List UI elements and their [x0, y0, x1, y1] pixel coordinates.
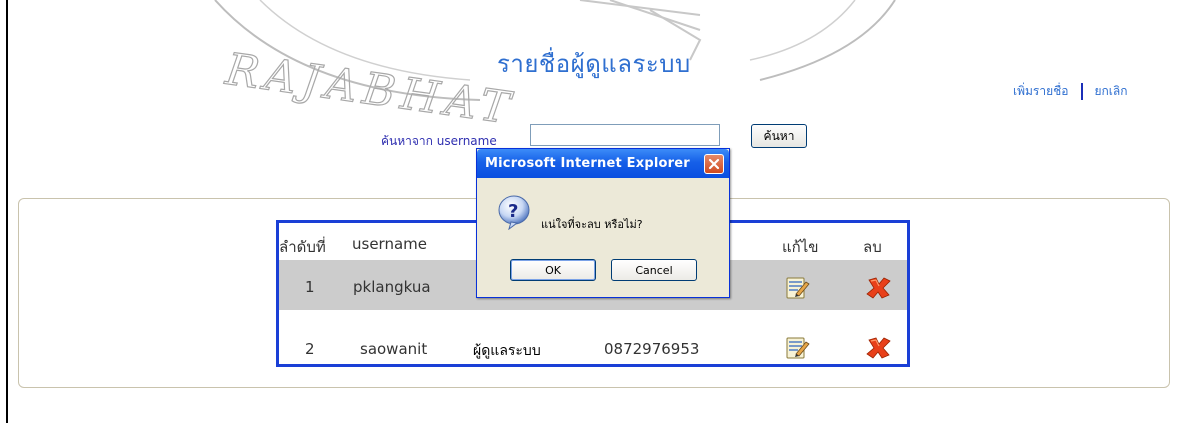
cancel-button[interactable]: Cancel	[611, 259, 697, 281]
top-links: เพิ่มรายชื่อ ยกเลิก	[1013, 82, 1128, 101]
dialog-message: แน่ใจที่จะลบ หรือไม่?	[541, 218, 643, 231]
row-1-index: 1	[305, 278, 315, 296]
edit-icon[interactable]	[784, 335, 810, 361]
row-2-username: saowanit	[360, 340, 428, 358]
page-title: รายชื่อผู้ดูแลระบบ	[497, 50, 691, 78]
search-button[interactable]: ค้นหา	[751, 124, 807, 148]
delete-icon[interactable]	[866, 277, 892, 299]
ok-button[interactable]: OK	[510, 259, 596, 281]
dialog-title: Microsoft Internet Explorer	[485, 156, 690, 171]
question-mark-icon: ?	[498, 195, 530, 230]
cancel-link[interactable]: ยกเลิก	[1095, 82, 1128, 101]
header-delete: ลบ	[863, 238, 882, 256]
search-input[interactable]	[530, 124, 720, 146]
close-icon	[708, 158, 720, 170]
confirm-dialog: Microsoft Internet Explorer ? แน่ใจที่จะ…	[476, 148, 730, 298]
header-edit: แก้ไข	[782, 238, 819, 256]
dialog-titlebar[interactable]: Microsoft Internet Explorer	[477, 149, 729, 178]
row-1-username: pklangkua	[353, 278, 431, 296]
svg-text:?: ?	[508, 201, 518, 222]
edit-icon[interactable]	[784, 275, 810, 301]
header-index: ลำดับที่	[279, 238, 326, 256]
close-button[interactable]	[704, 154, 724, 174]
row-2-index: 2	[305, 340, 315, 358]
link-divider	[1080, 83, 1083, 100]
delete-icon[interactable]	[866, 337, 892, 359]
header-username: username	[352, 235, 427, 253]
row-2-role: ผู้ดูแลระบบ	[473, 343, 541, 359]
add-name-link[interactable]: เพิ่มรายชื่อ	[1013, 82, 1069, 101]
row-2-phone: 0872976953	[604, 340, 700, 358]
